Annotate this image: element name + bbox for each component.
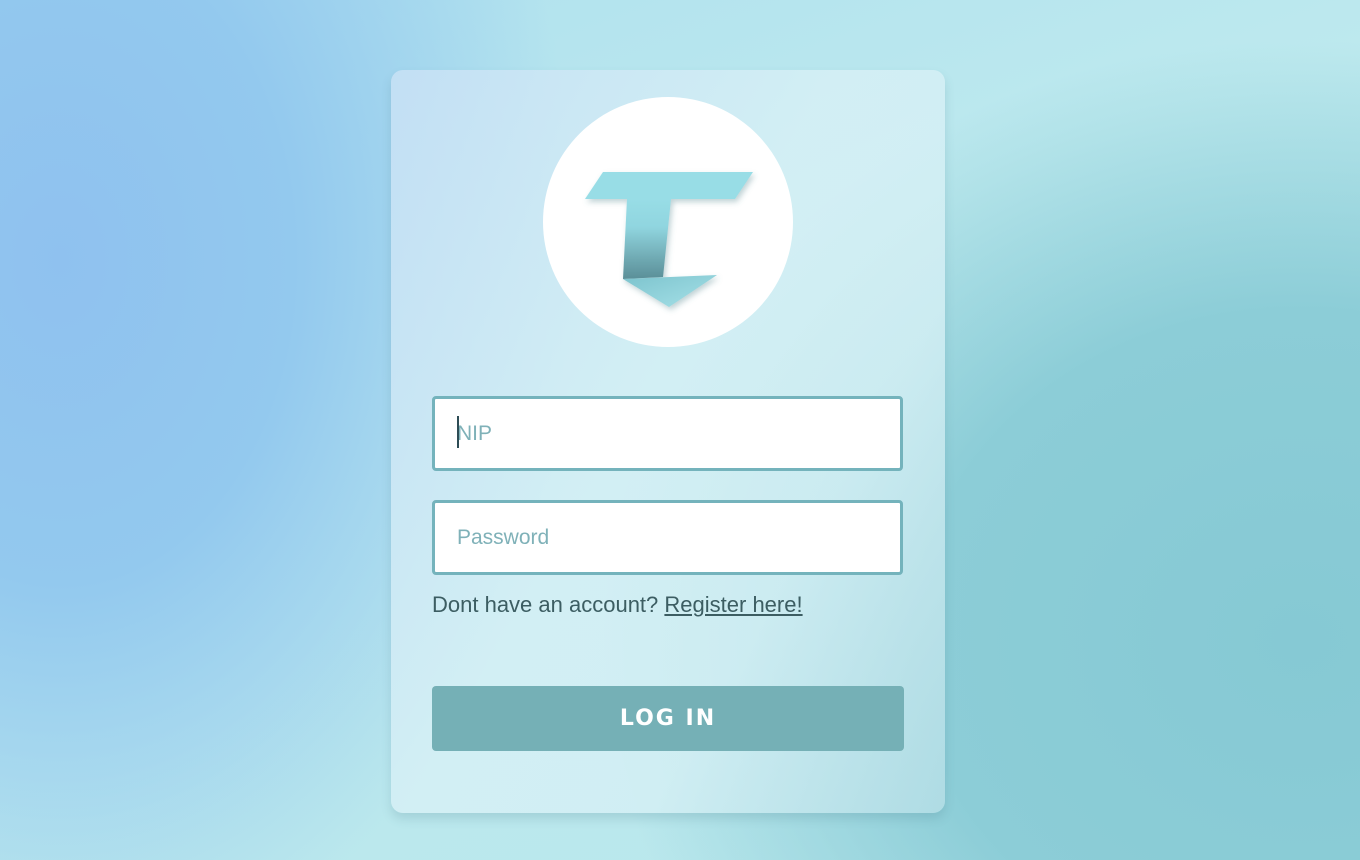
- nip-input[interactable]: [432, 396, 903, 471]
- login-button[interactable]: LOG IN: [432, 686, 904, 751]
- register-link[interactable]: Register here!: [664, 592, 802, 617]
- register-prompt-row: Dont have an account? Register here!: [432, 592, 803, 618]
- password-input[interactable]: [432, 500, 903, 575]
- logo-badge: [543, 97, 793, 347]
- t-ribbon-arrow-logo-icon: [585, 172, 753, 307]
- register-prompt-text: Dont have an account?: [432, 592, 659, 617]
- text-caret: [457, 416, 459, 448]
- login-card: Dont have an account? Register here! LOG…: [391, 70, 945, 813]
